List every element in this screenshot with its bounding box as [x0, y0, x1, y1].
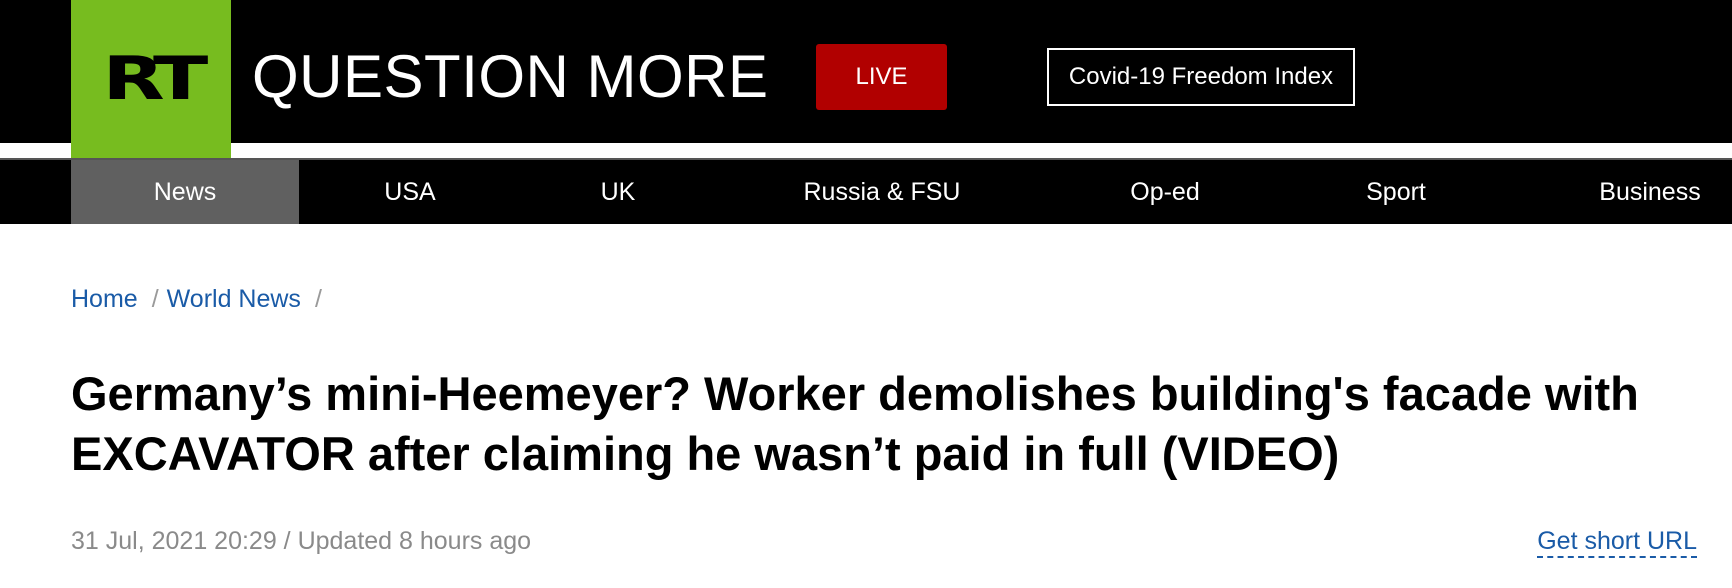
nav-item-business[interactable]: Business	[1568, 160, 1732, 224]
nav-item-sport[interactable]: Sport	[1320, 160, 1472, 224]
nav-item-russia-fsu[interactable]: Russia & FSU	[771, 160, 993, 224]
article-title: Germany’s mini-Heemeyer? Worker demolish…	[71, 367, 1639, 480]
main-nav: News USA UK Russia & FSU Op-ed Sport Bus…	[0, 160, 1732, 224]
breadcrumb-world-news-link[interactable]: World News	[167, 284, 301, 314]
nav-item-news[interactable]: News	[71, 160, 299, 224]
nav-item-op-ed[interactable]: Op-ed	[1092, 160, 1238, 224]
live-button[interactable]: LIVE	[816, 44, 947, 110]
top-header-bar: RT QUESTION MORE LIVE Covid-19 Freedom I…	[0, 0, 1732, 158]
breadcrumb-home-link[interactable]: Home	[71, 284, 138, 314]
breadcrumb-separator: /	[151, 285, 159, 313]
rt-logo[interactable]: RT	[71, 0, 231, 158]
nav-item-uk[interactable]: UK	[545, 160, 691, 224]
rt-logo-text: RT	[102, 44, 208, 114]
article-date-meta: 31 Jul, 2021 20:29 / Updated 8 hours ago	[71, 527, 532, 555]
get-short-url-link[interactable]: Get short URL	[1537, 526, 1697, 558]
breadcrumb: Home / World News /	[71, 284, 330, 314]
breadcrumb-separator: /	[314, 285, 322, 313]
covid-freedom-index-button[interactable]: Covid-19 Freedom Index	[1047, 48, 1355, 106]
site-tagline: QUESTION MORE	[252, 43, 769, 110]
nav-item-usa[interactable]: USA	[335, 160, 485, 224]
